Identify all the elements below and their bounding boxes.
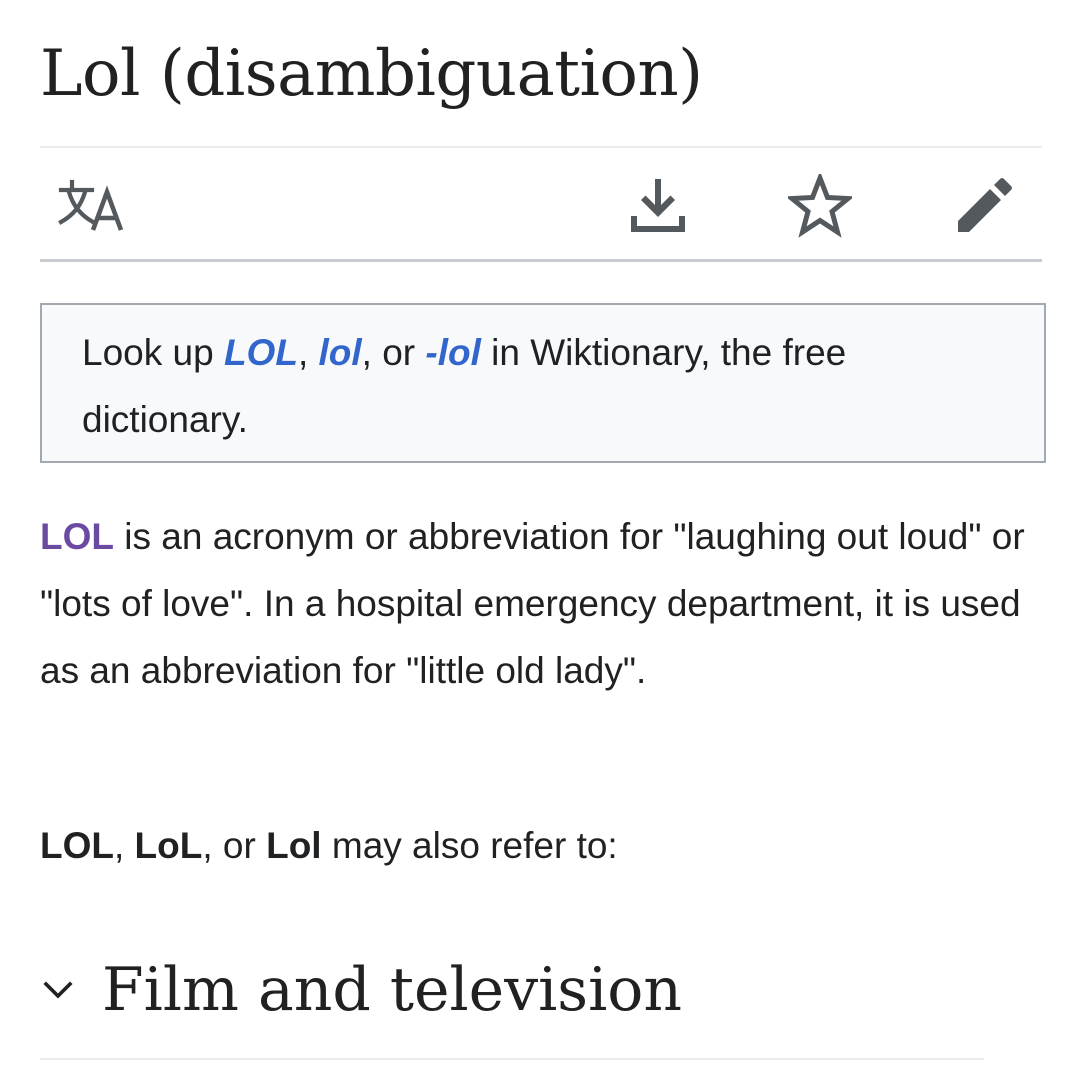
star-icon — [788, 174, 852, 238]
intro-paragraph: LOL is an acronym or abbreviation for "l… — [40, 503, 1040, 704]
refer-separator: , or — [202, 825, 267, 866]
lol-link[interactable]: LOL — [40, 516, 114, 557]
wiktionary-link-lol[interactable]: lol — [319, 332, 362, 373]
wiktionary-separator: , or — [361, 332, 426, 373]
toolbar-divider — [40, 259, 1042, 262]
section-divider — [40, 1058, 984, 1060]
page-actions-toolbar — [40, 148, 1042, 260]
wiktionary-prefix: Look up — [82, 332, 224, 373]
wiktionary-link-suffix-lol[interactable]: -lol — [425, 332, 480, 373]
refer-paragraph: LOL, LoL, or Lol may also refer to: — [40, 812, 1040, 879]
edit-button[interactable] — [948, 170, 1020, 242]
page-title: Lol (disambiguation) — [40, 37, 703, 111]
section-title: Film and television — [102, 955, 683, 1025]
refer-term-Lol: Lol — [266, 825, 322, 866]
wiktionary-link-LOL[interactable]: LOL — [224, 332, 298, 373]
download-button[interactable] — [622, 170, 694, 242]
watch-button[interactable] — [784, 170, 856, 242]
language-button[interactable] — [56, 170, 128, 242]
article-page: Lol (disambiguation) Look up LOL, lol, o… — [0, 0, 1080, 1080]
wiktionary-box: Look up LOL, lol, or -lol in Wiktionary,… — [40, 303, 1046, 463]
language-icon — [58, 179, 124, 231]
refer-term-LoL: LoL — [134, 825, 203, 866]
chevron-down-icon — [40, 970, 80, 1010]
wiktionary-separator: , — [297, 332, 319, 373]
refer-separator: , — [113, 825, 135, 866]
intro-text: is an acronym or abbreviation for "laugh… — [40, 516, 1025, 691]
section-film-and-television[interactable]: Film and television — [40, 948, 984, 1032]
download-icon — [631, 179, 685, 232]
pencil-icon — [958, 178, 1012, 232]
refer-term-LOL: LOL — [40, 825, 114, 866]
refer-suffix: may also refer to: — [321, 825, 618, 866]
